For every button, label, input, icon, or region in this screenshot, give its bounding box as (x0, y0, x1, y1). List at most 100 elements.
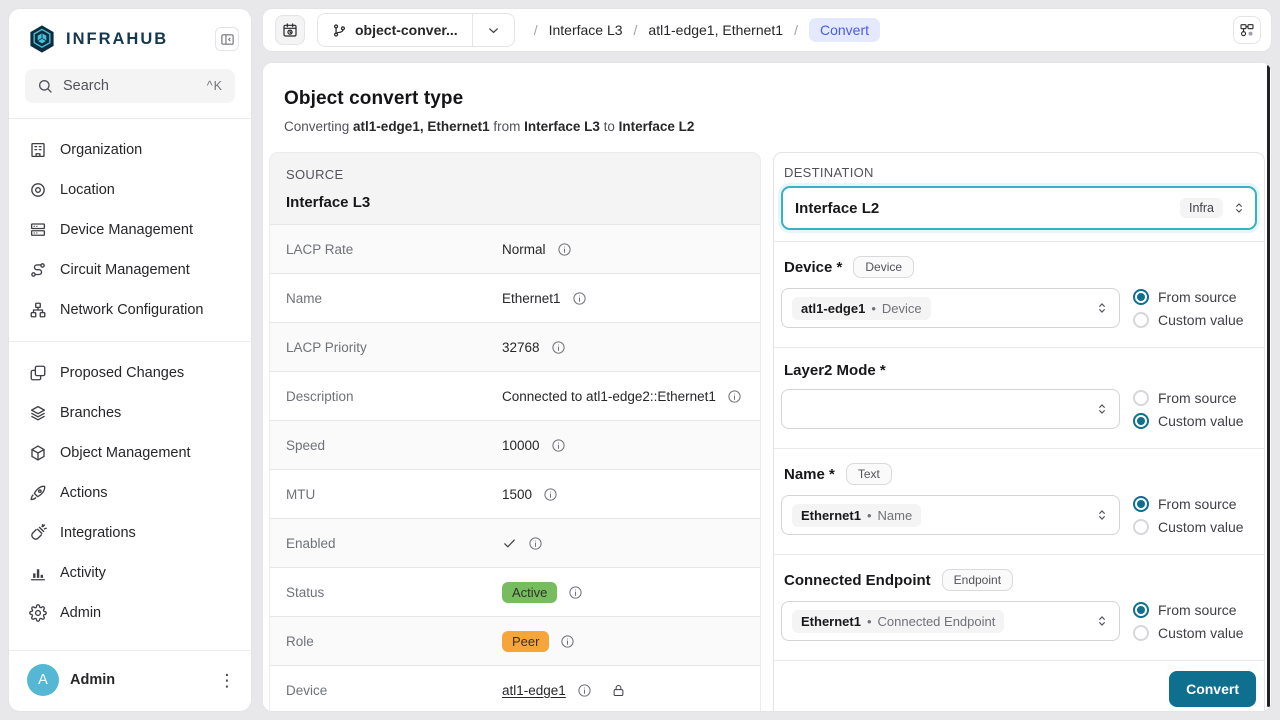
radio-label: Custom value (1158, 519, 1244, 535)
related-node-link[interactable]: atl1-edge1 (502, 683, 566, 698)
source-row-lacp-priority: LACP Priority32768 (270, 322, 760, 371)
radio-circle[interactable] (1133, 390, 1149, 406)
row-value: Connected to atl1-edge2::Ethernet1 (502, 389, 742, 404)
name-radio-from-source[interactable]: From source (1133, 496, 1257, 512)
info-icon (543, 487, 558, 502)
sidebar-item-location[interactable]: Location (9, 170, 251, 210)
sidebar-collapse-button[interactable] (215, 27, 239, 51)
page-title: Object convert type (284, 88, 1251, 110)
sidebar-item-admin[interactable]: Admin (9, 593, 251, 633)
device-radio-custom-value[interactable]: Custom value (1133, 312, 1257, 328)
breadcrumb-item-interface-l3[interactable]: Interface L3 (549, 22, 623, 38)
source-kind: Interface L3 (286, 194, 744, 211)
radio-circle[interactable] (1133, 519, 1149, 535)
field-kind-badge: Device (853, 256, 914, 278)
bar-chart-icon (29, 564, 47, 582)
sidebar-item-network-configuration[interactable]: Network Configuration (9, 290, 251, 330)
sidebar-item-label: Circuit Management (60, 262, 190, 278)
sidebar-item-device-management[interactable]: Device Management (9, 210, 251, 250)
layer2-mode-radio-from-source[interactable]: From source (1133, 390, 1257, 406)
search-placeholder: Search (63, 78, 109, 94)
radio-circle[interactable] (1133, 496, 1149, 512)
connected-endpoint-radio-from-source[interactable]: From source (1133, 602, 1257, 618)
copy-icon (29, 364, 47, 382)
breadcrumb-item-convert[interactable]: Convert (809, 18, 880, 42)
user-name: Admin (70, 672, 115, 688)
info-icon[interactable] (543, 487, 558, 502)
sidebar-item-proposed-changes[interactable]: Proposed Changes (9, 353, 251, 393)
device-radio-from-source[interactable]: From source (1133, 289, 1257, 305)
row-label: Enabled (286, 536, 502, 551)
sidebar-item-actions[interactable]: Actions (9, 473, 251, 513)
layers-icon (29, 404, 47, 422)
row-value: atl1-edge1 (502, 683, 626, 698)
info-icon[interactable] (551, 340, 566, 355)
sidebar-item-label: Location (60, 182, 115, 198)
convert-button[interactable]: Convert (1169, 671, 1256, 707)
gear-icon (29, 604, 47, 622)
source-panel-label: SOURCE (286, 167, 744, 182)
connected-endpoint-radio-custom-value[interactable]: Custom value (1133, 625, 1257, 641)
info-icon[interactable] (572, 291, 587, 306)
sidebar-item-label: Device Management (60, 222, 193, 238)
search-input[interactable]: Search ^K (25, 69, 235, 103)
building-icon (29, 141, 47, 159)
radio-label: From source (1158, 602, 1237, 618)
sidebar-item-object-management[interactable]: Object Management (9, 433, 251, 473)
name-select[interactable]: Ethernet1•Name (781, 495, 1120, 535)
layer2-mode-radio-custom-value[interactable]: Custom value (1133, 413, 1257, 429)
breadcrumb-separator: / (527, 22, 545, 38)
chip-main: atl1-edge1 (801, 301, 865, 316)
branch-selector[interactable]: object-conver... (317, 13, 515, 47)
info-icon[interactable] (568, 585, 583, 600)
radio-circle[interactable] (1133, 625, 1149, 641)
breadcrumb-separator: / (627, 22, 645, 38)
radio-circle[interactable] (1133, 312, 1149, 328)
destination-fields: Device *Deviceatl1-edge1•DeviceFrom sour… (774, 241, 1264, 660)
schema-icon (1239, 22, 1255, 38)
caret-updown-icon (1095, 301, 1109, 315)
info-icon[interactable] (557, 242, 572, 257)
radio-label: From source (1158, 289, 1237, 305)
chip-sub: Device (882, 301, 922, 316)
page-header: Object convert type Converting atl1-edge… (263, 63, 1271, 152)
breadcrumb-item-atl1-edge1-ethernet1[interactable]: atl1-edge1, Ethernet1 (648, 22, 783, 38)
info-icon (572, 291, 587, 306)
kebab-menu-icon[interactable]: ⋮ (215, 672, 239, 689)
caret-updown-icon (1095, 614, 1109, 628)
infrahub-hexagon-logo (27, 24, 57, 54)
subtitle-text: to (600, 119, 619, 134)
radio-circle[interactable] (1133, 289, 1149, 305)
check-icon (502, 536, 517, 551)
time-travel-button[interactable] (275, 15, 305, 45)
info-icon[interactable] (551, 438, 566, 453)
destination-kind-select[interactable]: Interface L2 Infra (781, 186, 1257, 230)
row-label: MTU (286, 487, 502, 502)
sidebar-item-activity[interactable]: Activity (9, 553, 251, 593)
sidebar-item-organization[interactable]: Organization (9, 130, 251, 170)
connected-endpoint-select[interactable]: Ethernet1•Connected Endpoint (781, 601, 1120, 641)
sidebar-item-circuit-management[interactable]: Circuit Management (9, 250, 251, 290)
user-menu[interactable]: A Admin ⋮ (9, 650, 251, 711)
scrollbar-thumb[interactable] (1267, 65, 1270, 707)
chevron-down-icon[interactable] (472, 14, 514, 46)
name-radio-custom-value[interactable]: Custom value (1133, 519, 1257, 535)
source-panel-header: SOURCE Interface L3 (270, 153, 760, 224)
info-icon[interactable] (560, 634, 575, 649)
sidebar-item-integrations[interactable]: Integrations (9, 513, 251, 553)
info-icon[interactable] (528, 536, 543, 551)
info-icon[interactable] (727, 389, 742, 404)
field-section-device: Device *Deviceatl1-edge1•DeviceFrom sour… (774, 241, 1264, 347)
selected-value-chip: atl1-edge1•Device (792, 297, 931, 320)
panel-collapse-icon (220, 32, 235, 47)
radio-circle[interactable] (1133, 413, 1149, 429)
schema-button[interactable] (1233, 16, 1261, 44)
radio-circle[interactable] (1133, 602, 1149, 618)
search-icon (37, 78, 53, 94)
search-icon (37, 78, 53, 94)
info-icon[interactable] (577, 683, 592, 698)
device-select[interactable]: atl1-edge1•Device (781, 288, 1120, 328)
value-source-radios: From source Custom value (1133, 389, 1257, 429)
layer2-mode-select[interactable] (781, 389, 1120, 429)
sidebar-item-branches[interactable]: Branches (9, 393, 251, 433)
